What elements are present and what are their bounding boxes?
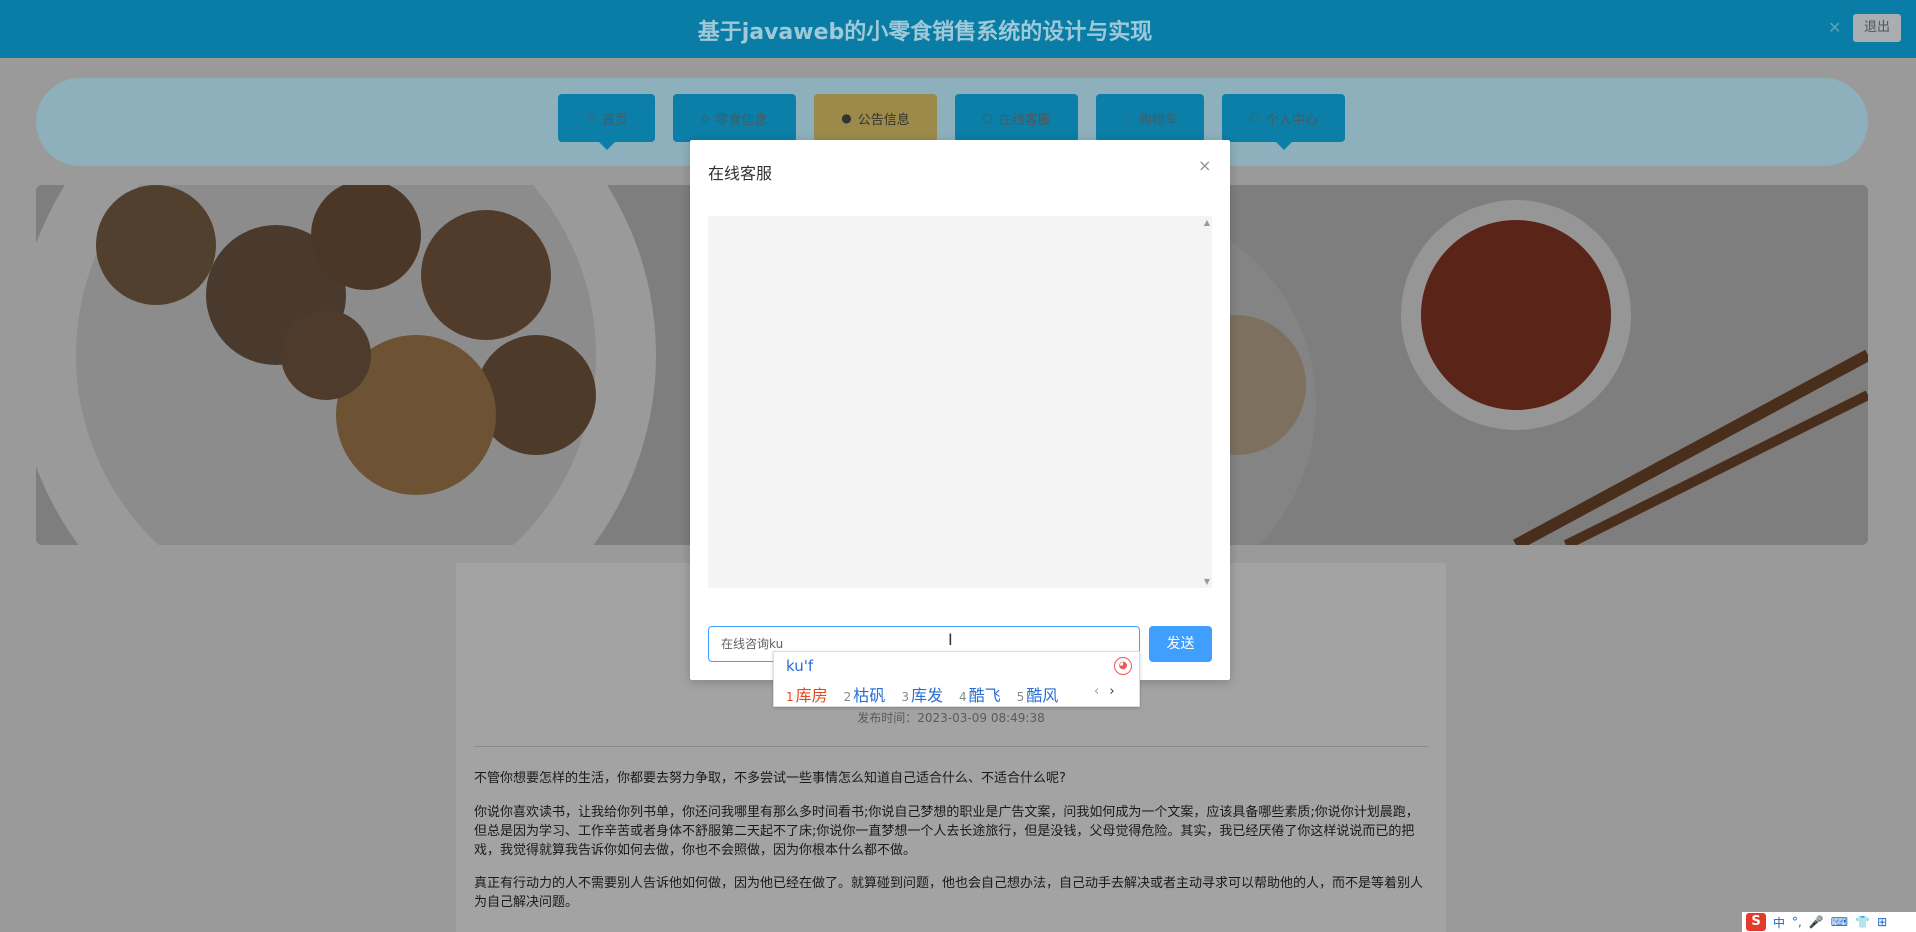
ime-candidate[interactable]: 2 枯矾 <box>844 682 886 706</box>
toolbox-icon[interactable]: ⊞ <box>1877 915 1887 929</box>
ime-prev-icon[interactable]: ‹ <box>1094 684 1099 699</box>
ime-page-nav: ‹ › <box>1094 684 1115 699</box>
sogou-logo-icon[interactable]: S <box>1746 913 1766 931</box>
heart-icon: ♡ <box>1122 111 1133 125</box>
nav-item-label: 个人中心 <box>1265 112 1318 128</box>
nav-pointer <box>598 142 615 150</box>
close-icon[interactable]: ✕ <box>1828 18 1841 37</box>
ime-candidate[interactable]: 1 库房 <box>786 682 828 706</box>
voice-icon[interactable]: 🎤 <box>1809 915 1824 929</box>
ime-candidate-list: 1 库房 2 枯矾 3 库发 4 酷飞 5 酷风 <box>786 682 1058 706</box>
logout-button[interactable]: 退出 <box>1853 14 1901 42</box>
alert-icon: ● <box>841 111 852 125</box>
top-header: 基于javaweb的小零食销售系统的设计与实现 ✕ 退出 <box>0 0 1916 58</box>
nav-pointer <box>1275 142 1292 150</box>
send-button[interactable]: 发送 <box>1149 626 1212 662</box>
site-title: 基于javaweb的小零食销售系统的设计与实现 <box>697 20 1153 45</box>
ime-next-icon[interactable]: › <box>1109 684 1114 699</box>
ime-candidate[interactable]: 4 酷飞 <box>959 682 1001 706</box>
nav-item-cart[interactable]: ♡ 购物车 <box>1096 94 1204 142</box>
language-toggle[interactable]: 中 <box>1773 914 1785 931</box>
nav-item-label: 零食信息 <box>715 112 768 128</box>
nav-item-home[interactable]: ☆ 首页 <box>558 94 655 150</box>
article-paragraph: 真正有行动力的人不需要别人告诉他如何做，因为他已经在做了。就算碰到问题，他也会自… <box>474 876 1424 910</box>
article-paragraph: 不管你想要怎样的生活，你都要去努力争取，不多尝试一些事情怎么知道自己适合什么、不… <box>474 771 1066 786</box>
article-paragraph: 你说你喜欢读书，让我给你列书单，你还问我哪里有那么多时间看书;你说自己梦想的职业… <box>474 805 1419 858</box>
chat-history[interactable]: ▲ ▼ <box>708 216 1212 588</box>
ime-candidate[interactable]: 5 酷风 <box>1017 682 1059 706</box>
scroll-down-icon[interactable]: ▼ <box>1204 577 1210 586</box>
star-icon: ☆ <box>585 111 596 125</box>
nav-item-label: 购物车 <box>1138 112 1178 128</box>
text-cursor-icon: I <box>948 630 953 649</box>
scroll-up-icon[interactable]: ▲ <box>1204 218 1210 227</box>
publish-time: 发布时间：2023-03-09 08:49:38 <box>857 711 1045 725</box>
nav-item-notices[interactable]: ● 公告信息 <box>814 94 937 142</box>
ime-candidate-box: ku'f ◕ 1 库房 2 枯矾 3 库发 4 酷飞 5 酷风 ‹ › <box>773 651 1140 707</box>
ime-toolbar: S 中 °, 🎤 ⌨ 👕 ⊞ <box>1742 912 1916 932</box>
punctuation-icon[interactable]: °, <box>1792 915 1802 929</box>
nav-item-profile[interactable]: ⚇ 个人中心 <box>1222 94 1345 150</box>
headset-icon: ○ <box>982 111 993 125</box>
nav-item-snacks[interactable]: ⌂ 零食信息 <box>673 94 796 142</box>
ime-candidate[interactable]: 3 库发 <box>901 682 943 706</box>
ime-composition: ku'f <box>786 657 814 675</box>
bag-icon: ⌂ <box>701 111 710 125</box>
nav-item-support[interactable]: ○ 在线客服 <box>955 94 1078 142</box>
skin-icon[interactable]: 👕 <box>1855 915 1870 929</box>
divider <box>474 746 1428 747</box>
nav-item-label: 首页 <box>601 112 628 128</box>
keyboard-icon[interactable]: ⌨ <box>1831 915 1848 929</box>
dialog-title: 在线客服 <box>708 164 773 183</box>
nav-item-label: 在线客服 <box>998 112 1051 128</box>
ime-skin-icon[interactable]: ◕ <box>1114 657 1132 675</box>
nav-item-label: 公告信息 <box>857 112 910 128</box>
user-icon: ⚇ <box>1249 111 1260 125</box>
support-dialog: 在线客服 × ▲ ▼ 在线咨询ku I 发送 <box>690 140 1230 680</box>
close-icon[interactable]: × <box>1198 156 1211 175</box>
